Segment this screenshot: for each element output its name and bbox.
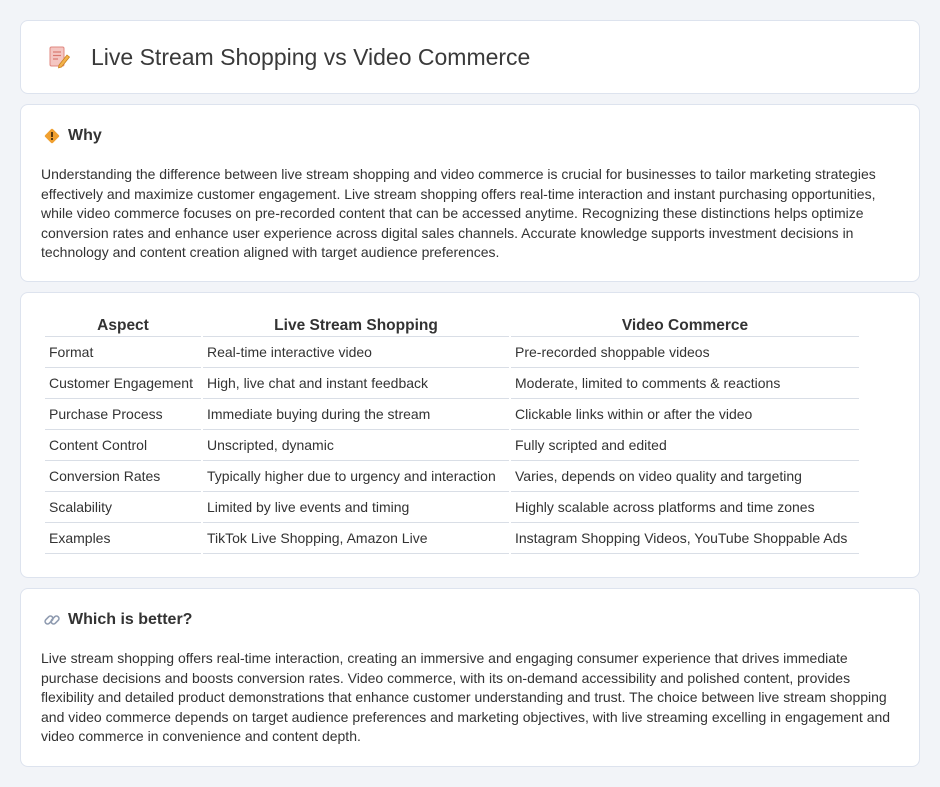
comparison-table: Aspect Live Stream Shopping Video Commer… <box>43 315 861 554</box>
table-cell: Scalability <box>45 492 201 523</box>
column-header: Video Commerce <box>511 315 859 337</box>
which-is-better-section: Which is better? Live stream shopping of… <box>20 588 920 767</box>
table-cell: Purchase Process <box>45 399 201 430</box>
column-header: Live Stream Shopping <box>203 315 509 337</box>
better-body: Live stream shopping offers real-time in… <box>41 650 891 744</box>
table-row: Format Real-time interactive video Pre-r… <box>45 337 859 368</box>
table-cell: Varies, depends on video quality and tar… <box>511 461 859 492</box>
why-body: Understanding the difference between liv… <box>41 166 876 260</box>
table-cell: Fully scripted and edited <box>511 430 859 461</box>
table-row: Conversion Rates Typically higher due to… <box>45 461 859 492</box>
table-row: Scalability Limited by live events and t… <box>45 492 859 523</box>
table-cell: Customer Engagement <box>45 368 201 399</box>
table-cell: Conversion Rates <box>45 461 201 492</box>
table-cell: Real-time interactive video <box>203 337 509 368</box>
table-cell: Unscripted, dynamic <box>203 430 509 461</box>
table-cell: Limited by live events and timing <box>203 492 509 523</box>
table-cell: High, live chat and instant feedback <box>203 368 509 399</box>
table-cell: Highly scalable across platforms and tim… <box>511 492 859 523</box>
table-header-row: Aspect Live Stream Shopping Video Commer… <box>45 315 859 337</box>
table-cell: Pre-recorded shoppable videos <box>511 337 859 368</box>
table-cell: Format <box>45 337 201 368</box>
table-row: Examples TikTok Live Shopping, Amazon Li… <box>45 523 859 554</box>
table-cell: Instagram Shopping Videos, YouTube Shopp… <box>511 523 859 554</box>
table-cell: Examples <box>45 523 201 554</box>
link-icon <box>44 615 60 625</box>
table-cell: Typically higher due to urgency and inte… <box>203 461 509 492</box>
diamond-signal-icon <box>44 128 60 144</box>
table-cell: Moderate, limited to comments & reaction… <box>511 368 859 399</box>
table-row: Content Control Unscripted, dynamic Full… <box>45 430 859 461</box>
table-cell: Immediate buying during the stream <box>203 399 509 430</box>
table-cell: TikTok Live Shopping, Amazon Live <box>203 523 509 554</box>
why-section: Why Understanding the difference between… <box>20 104 920 282</box>
header-card: Live Stream Shopping vs Video Commerce <box>20 20 920 94</box>
page-title: Live Stream Shopping vs Video Commerce <box>91 43 531 70</box>
document-pen-icon <box>49 46 71 69</box>
table-row: Customer Engagement High, live chat and … <box>45 368 859 399</box>
table-cell: Clickable links within or after the vide… <box>511 399 859 430</box>
table-cell: Content Control <box>45 430 201 461</box>
comparison-section: Aspect Live Stream Shopping Video Commer… <box>20 292 920 578</box>
column-header: Aspect <box>45 315 201 337</box>
better-title: Which is better? <box>68 611 193 628</box>
table-row: Purchase Process Immediate buying during… <box>45 399 859 430</box>
why-title: Why <box>68 127 102 144</box>
